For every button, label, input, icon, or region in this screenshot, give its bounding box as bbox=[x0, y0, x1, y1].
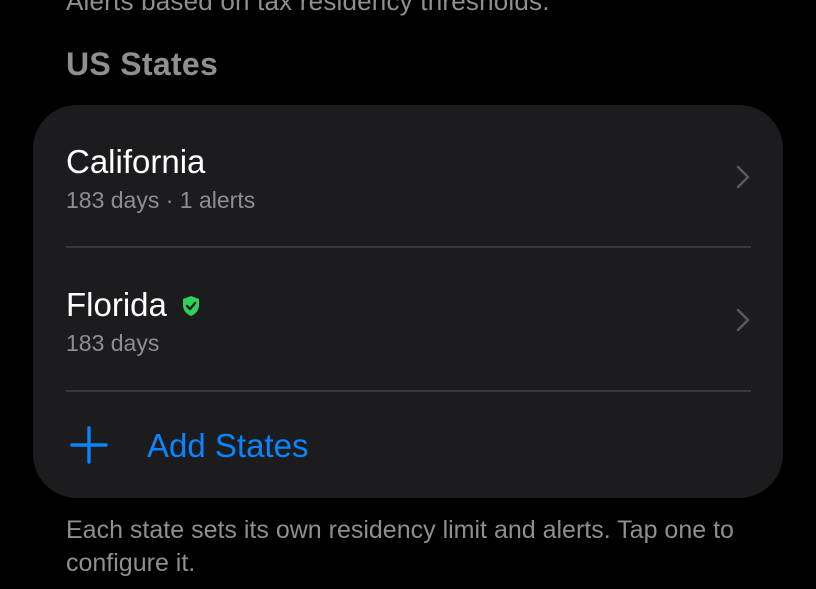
plus-icon bbox=[70, 426, 108, 464]
state-name-label: California bbox=[66, 143, 206, 180]
chevron-right-icon bbox=[736, 308, 750, 332]
shield-check-icon bbox=[182, 296, 199, 316]
state-subtitle-california: 183 days · 1 alerts bbox=[66, 187, 256, 213]
state-name-label: Florida bbox=[66, 286, 167, 323]
section-description-caption: Alerts based on tax residency thresholds… bbox=[66, 0, 550, 16]
add-states-label: Add States bbox=[147, 427, 309, 464]
state-name-florida: Florida bbox=[66, 286, 201, 324]
section-footer-note: Each state sets its own residency limit … bbox=[66, 516, 734, 577]
state-subtitle-florida: 183 days bbox=[66, 330, 160, 356]
chevron-right-icon bbox=[736, 165, 750, 189]
add-states-button[interactable]: Add States bbox=[33, 392, 783, 498]
state-row-california[interactable]: California 183 days · 1 alerts bbox=[33, 105, 783, 247]
section-header-us-states: US States bbox=[66, 46, 219, 82]
state-name-california: California bbox=[66, 143, 205, 181]
state-row-florida[interactable]: Florida 183 days bbox=[33, 248, 783, 391]
states-list-card: California 183 days · 1 alerts Florida 1… bbox=[33, 105, 783, 498]
